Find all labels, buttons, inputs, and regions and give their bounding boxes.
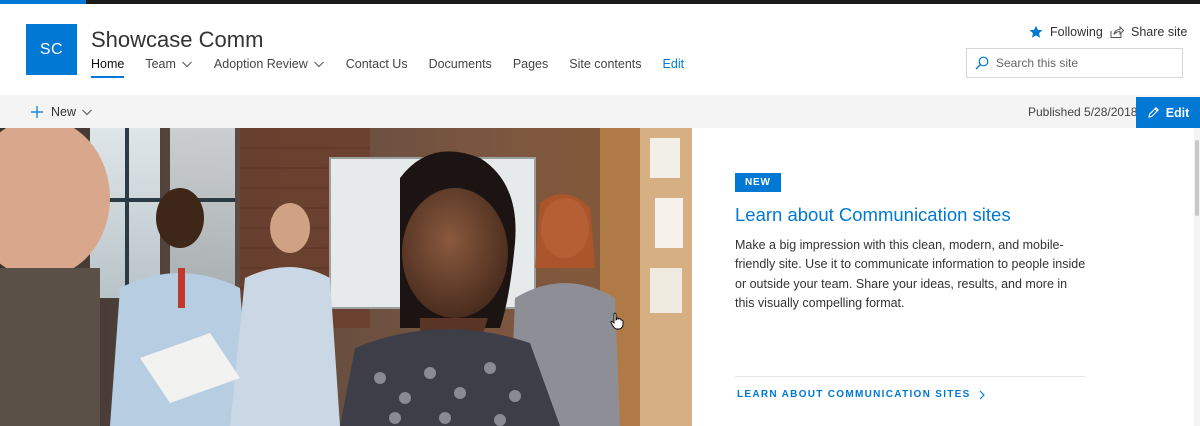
nav-item-adoption-review[interactable]: Adoption Review (214, 56, 325, 82)
plus-icon (31, 105, 43, 118)
nav-item-label: Site contents (569, 57, 642, 71)
site-logo[interactable]: SC (26, 24, 77, 75)
nav-edit-link[interactable]: Edit (663, 56, 685, 82)
chevron-down-icon (82, 109, 92, 115)
nav-item-label: Adoption Review (213, 57, 308, 71)
nav-item-team[interactable]: Team (145, 56, 193, 82)
search-box[interactable] (966, 48, 1183, 78)
nav-item-label: Pages (512, 57, 549, 71)
search-input[interactable] (996, 56, 1166, 70)
hero-title[interactable]: Learn about Communication sites (735, 204, 1011, 226)
top-navigation: Home Team Adoption Review Contact Us Doc… (91, 56, 705, 82)
nav-item-label: Home (91, 57, 125, 71)
star-icon (1029, 25, 1043, 38)
learn-more-link[interactable]: LEARN ABOUT COMMUNICATION SITES (737, 389, 987, 400)
nav-item-label: Edit (662, 57, 685, 71)
nav-item-site-contents[interactable]: Site contents (569, 56, 641, 82)
site-header: SC Showcase Comm Home Team Adoption Revi… (0, 4, 1200, 95)
nav-item-label: Team (145, 57, 176, 71)
share-site-label: Share site (1131, 25, 1188, 39)
nav-item-pages[interactable]: Pages (513, 56, 548, 82)
following-button[interactable]: Following (1029, 25, 1103, 39)
nav-item-label: Contact Us (345, 57, 408, 71)
new-badge: NEW (735, 173, 781, 192)
site-title[interactable]: Showcase Comm (91, 27, 263, 53)
following-label: Following (1050, 25, 1103, 39)
command-bar: New Published 5/28/2018 (0, 95, 1200, 128)
learn-more-label: LEARN ABOUT COMMUNICATION SITES (737, 389, 971, 400)
hero-description: Make a big impression with this clean, m… (735, 238, 1086, 310)
nav-item-label: Documents (428, 57, 492, 71)
page-scrollbar[interactable] (1194, 128, 1200, 426)
pencil-icon (1147, 107, 1159, 118)
share-site-button[interactable]: Share site (1110, 25, 1187, 39)
nav-item-contact-us[interactable]: Contact Us (346, 56, 408, 82)
new-label: New (51, 104, 77, 119)
new-button[interactable]: New (30, 95, 93, 128)
edit-page-button[interactable]: Edit (1136, 97, 1200, 128)
hero-image[interactable] (0, 128, 692, 426)
chevron-right-icon (979, 390, 985, 399)
nav-item-home[interactable]: Home (91, 56, 125, 82)
chevron-down-icon (182, 61, 192, 68)
hero-text-panel: NEW Learn about Communication sites Make… (692, 128, 1194, 426)
hero-photo (0, 128, 692, 426)
nav-item-documents[interactable]: Documents (429, 56, 492, 82)
divider (735, 376, 1085, 377)
hand-cursor-icon (610, 312, 624, 330)
published-status: Published 5/28/2018 (1028, 105, 1138, 119)
chevron-down-icon (313, 61, 324, 68)
share-icon (1110, 25, 1124, 38)
scrollbar-thumb[interactable] (1195, 140, 1199, 216)
search-icon (975, 56, 989, 70)
edit-page-label: Edit (1165, 105, 1190, 120)
